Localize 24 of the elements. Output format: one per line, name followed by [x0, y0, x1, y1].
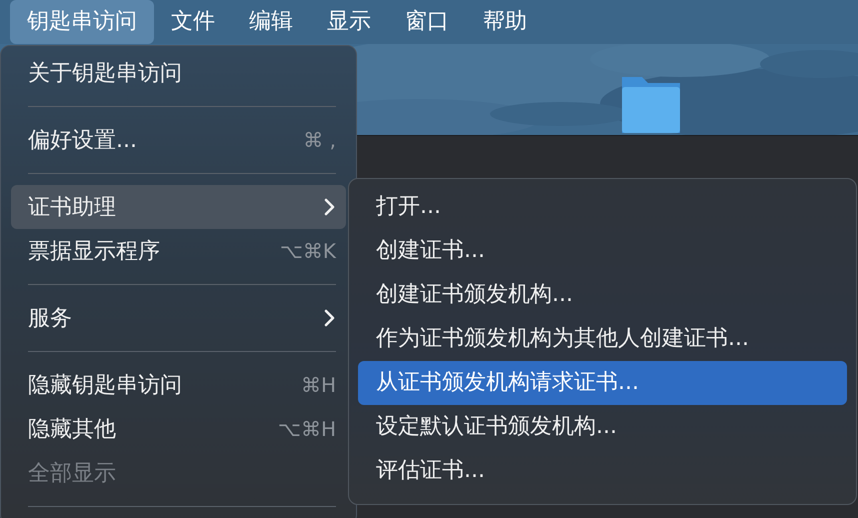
menu-item[interactable]: 关于钥匙串访问	[11, 51, 346, 95]
menu-item[interactable]: 隐藏钥匙串访问 ⌘H	[11, 363, 346, 407]
menu-item[interactable]: 偏好设置... ⌘ ,	[11, 118, 346, 162]
menu-item[interactable]: 隐藏其他 ⌥⌘H	[11, 407, 346, 451]
menu-item[interactable]: 作为证书颁发机构为其他人创建证书...	[358, 317, 847, 361]
menu-item[interactable]: 设定默认证书颁发机构...	[358, 405, 847, 449]
menu-bar-item[interactable]: 钥匙串访问	[10, 0, 154, 44]
menu-item[interactable]: 创建证书...	[358, 229, 847, 273]
menu-item[interactable]: 创建证书颁发机构...	[358, 273, 847, 317]
menu-bar-item[interactable]: 窗口	[388, 0, 466, 44]
menu-bar-item[interactable]: 帮助	[466, 0, 544, 44]
menu-item[interactable]: 服务	[11, 296, 346, 340]
shortcut-label: ⌥⌘H	[278, 416, 336, 443]
menu-item[interactable]: 评估证书...	[358, 449, 847, 493]
shortcut-label: ⌘ ,	[303, 127, 336, 154]
menu-item[interactable]: 票据显示程序 ⌥⌘K	[11, 229, 346, 273]
menu-item[interactable]: 证书助理	[11, 185, 346, 229]
menu-item[interactable]: 打开...	[358, 185, 847, 229]
menu-bar-item[interactable]: 显示	[310, 0, 388, 44]
menu-bar-item[interactable]: 文件	[154, 0, 232, 44]
shortcut-label: ⌥⌘K	[280, 238, 336, 265]
menu-bar-item[interactable]: 编辑	[232, 0, 310, 44]
menu-item[interactable]: 从证书颁发机构请求证书...	[358, 361, 847, 405]
shortcut-label: ⌘H	[300, 372, 336, 399]
